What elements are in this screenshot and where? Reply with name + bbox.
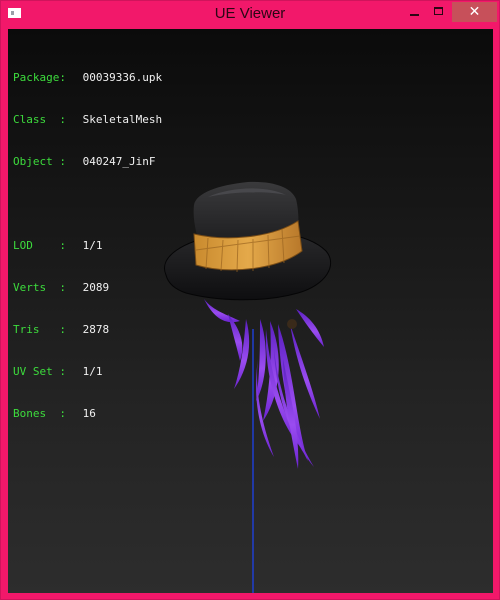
verts-value: 2089	[82, 281, 110, 294]
info-lod-row: LOD : 1/1	[13, 239, 162, 253]
bones-label: Bones :	[13, 407, 66, 420]
info-verts-row: Verts : 2089	[13, 281, 162, 295]
tris-value: 2878	[82, 323, 110, 336]
maximize-button[interactable]	[427, 2, 451, 22]
uvset-value: 1/1	[82, 365, 103, 378]
info-package-row: Package: 00039336.upk	[13, 71, 162, 85]
uvset-label: UV Set :	[13, 365, 66, 378]
package-label: Package:	[13, 71, 66, 84]
maximize-icon	[434, 7, 443, 15]
minimize-icon	[410, 14, 419, 16]
info-bones-row: Bones : 16	[13, 407, 162, 421]
object-value: 040247_JinF	[82, 155, 156, 168]
verts-label: Verts :	[13, 281, 66, 294]
title-bar[interactable]: UE Viewer ✕	[1, 1, 499, 28]
info-spacer	[13, 197, 162, 211]
close-button[interactable]: ✕	[452, 2, 497, 22]
info-uvset-row: UV Set : 1/1	[13, 365, 162, 379]
info-object-row: Object : 040247_JinF	[13, 155, 162, 169]
tris-label: Tris :	[13, 323, 66, 336]
hair-bead	[287, 319, 297, 329]
minimize-button[interactable]	[402, 2, 426, 22]
info-class-row: Class : SkeletalMesh	[13, 113, 162, 127]
class-label: Class :	[13, 113, 66, 126]
class-value: SkeletalMesh	[82, 113, 163, 126]
bones-value: 16	[82, 407, 96, 420]
hair-mesh	[204, 299, 324, 469]
lod-label: LOD :	[13, 239, 66, 252]
close-icon: ✕	[468, 4, 481, 20]
info-tris-row: Tris : 2878	[13, 323, 162, 337]
lod-value: 1/1	[82, 239, 103, 252]
app-window: UE Viewer ✕ Package: 00039336.upk Class …	[0, 0, 500, 600]
3d-viewport[interactable]: Package: 00039336.upk Class : SkeletalMe…	[8, 29, 493, 593]
mesh-info-overlay: Package: 00039336.upk Class : SkeletalMe…	[13, 43, 162, 449]
object-label: Object :	[13, 155, 66, 168]
package-value: 00039336.upk	[82, 71, 163, 84]
